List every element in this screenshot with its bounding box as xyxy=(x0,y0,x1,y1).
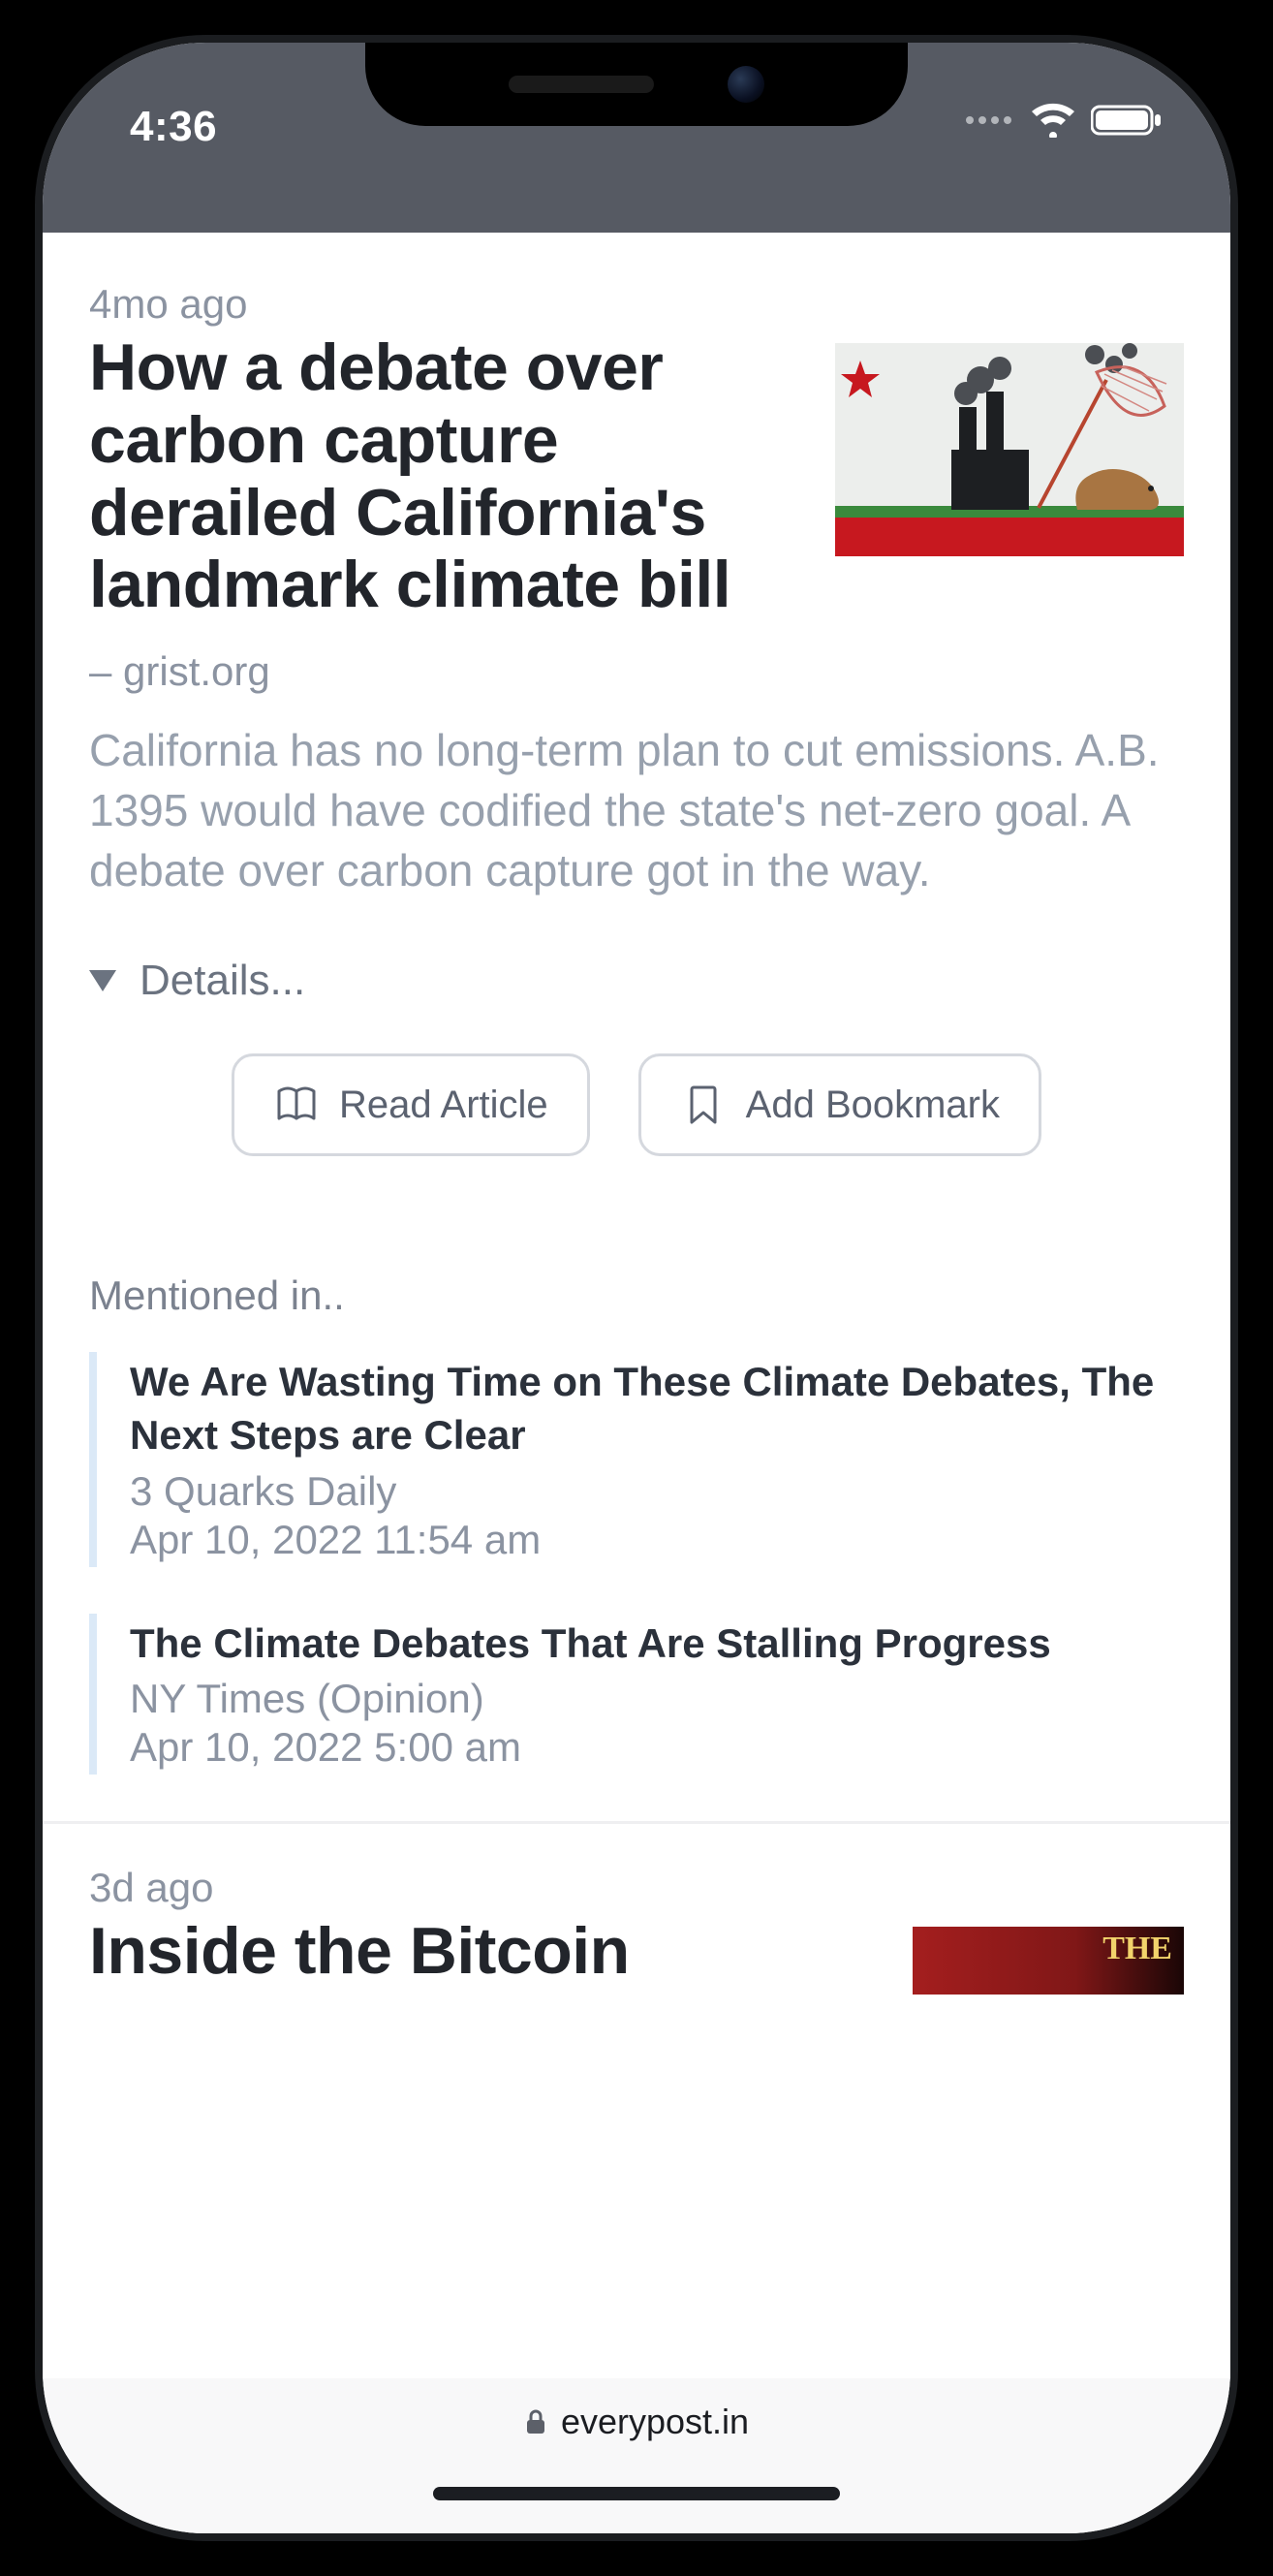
add-bookmark-label: Add Bookmark xyxy=(746,1084,1000,1127)
status-time: 4:36 xyxy=(130,103,217,151)
wifi-icon xyxy=(1029,103,1077,138)
speaker-grille xyxy=(509,76,654,93)
details-label: Details... xyxy=(140,957,305,1005)
article-summary: California has no long-term plan to cut … xyxy=(89,720,1184,900)
home-indicator[interactable] xyxy=(433,2487,840,2500)
content-viewport[interactable]: 4mo ago How a debate over carbon capture… xyxy=(43,233,1230,2378)
phone-frame: 4:36 4mo ago How a debate over carb xyxy=(0,0,1273,2576)
bookmark-icon xyxy=(680,1082,727,1128)
mentions-list: We Are Wasting Time on These Climate Deb… xyxy=(89,1352,1184,1775)
details-toggle[interactable]: Details... xyxy=(89,957,1184,1005)
status-icons xyxy=(966,103,1163,138)
screen: 4:36 4mo ago How a debate over carb xyxy=(43,43,1230,2533)
mention-timestamp: Apr 10, 2022 11:54 am xyxy=(130,1517,1184,1563)
next-article-age: 3d ago xyxy=(89,1865,1184,1911)
action-row: Read Article Add Bookmark xyxy=(89,1053,1184,1156)
phone-inner: 4:36 4mo ago How a debate over carb xyxy=(35,35,1238,2541)
bottom-fade xyxy=(43,2262,1230,2378)
chevron-down-icon xyxy=(89,970,116,991)
article-headline[interactable]: How a debate over carbon capture deraile… xyxy=(89,331,808,621)
browser-bar[interactable]: everypost.in xyxy=(43,2378,1230,2533)
next-article[interactable]: 3d ago Inside the Bitcoin xyxy=(89,1865,1184,1995)
source-domain: grist.org xyxy=(123,648,270,694)
notch xyxy=(365,43,908,126)
mentioned-in-label: Mentioned in.. xyxy=(89,1272,1184,1319)
divider xyxy=(43,1821,1230,1824)
article-source[interactable]: – grist.org xyxy=(89,648,1184,695)
mention-timestamp: Apr 10, 2022 5:00 am xyxy=(130,1724,1184,1771)
front-camera xyxy=(728,66,764,103)
battery-icon xyxy=(1091,104,1163,137)
url-display[interactable]: everypost.in xyxy=(524,2402,749,2442)
book-icon xyxy=(273,1082,320,1128)
next-article-thumbnail[interactable] xyxy=(913,1927,1184,1995)
url-domain: everypost.in xyxy=(561,2402,749,2442)
cellular-dots-icon xyxy=(966,116,1011,124)
article-thumbnail[interactable] xyxy=(835,343,1184,556)
mention-source: NY Times (Opinion) xyxy=(130,1676,1184,1722)
next-article-headline[interactable]: Inside the Bitcoin xyxy=(89,1915,885,1988)
article-age: 4mo ago xyxy=(89,281,1184,328)
read-article-label: Read Article xyxy=(339,1084,548,1127)
add-bookmark-button[interactable]: Add Bookmark xyxy=(638,1053,1041,1156)
mention-source: 3 Quarks Daily xyxy=(130,1468,1184,1515)
mention-item[interactable]: We Are Wasting Time on These Climate Deb… xyxy=(89,1352,1184,1566)
mention-title[interactable]: The Climate Debates That Are Stalling Pr… xyxy=(130,1618,1184,1671)
california-flag-illustration xyxy=(835,343,1184,556)
mention-title[interactable]: We Are Wasting Time on These Climate Deb… xyxy=(130,1356,1184,1461)
source-prefix: – xyxy=(89,648,123,694)
lock-icon xyxy=(524,2408,547,2435)
mention-item[interactable]: The Climate Debates That Are Stalling Pr… xyxy=(89,1614,1184,1775)
read-article-button[interactable]: Read Article xyxy=(232,1053,590,1156)
